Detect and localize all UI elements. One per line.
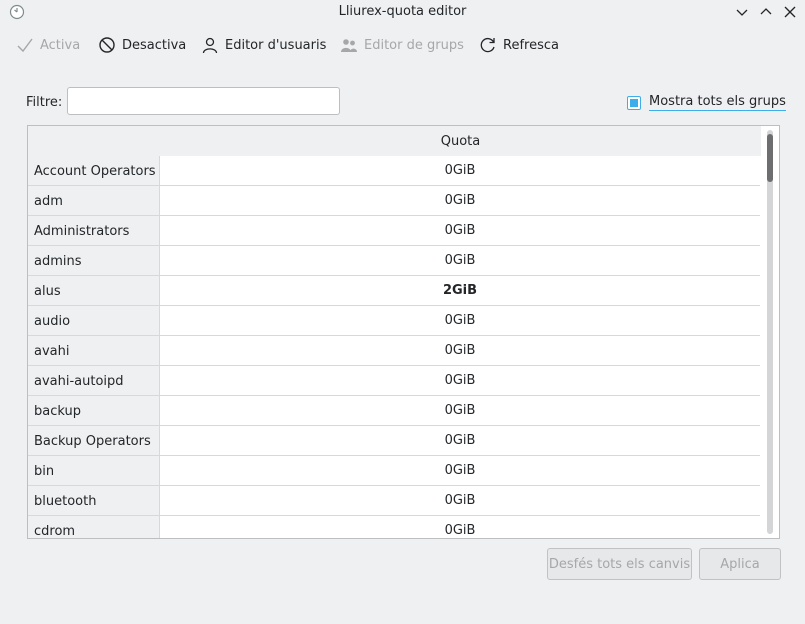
group-name-cell: backup — [28, 396, 159, 426]
scrollbar-track[interactable] — [767, 130, 773, 534]
quota-cell[interactable]: 0GiB — [159, 336, 760, 366]
user-editor-label: Editor d'usuaris — [225, 37, 327, 53]
filter-label: Filtre: — [26, 95, 63, 110]
group-editor-button[interactable]: Editor de grups — [340, 30, 464, 60]
quota-cell[interactable]: 0GiB — [159, 216, 760, 246]
quota-cell[interactable]: 0GiB — [159, 396, 760, 426]
block-icon — [99, 37, 115, 53]
table-row[interactable]: Account Operators 0GiB — [28, 156, 761, 186]
refresh-button[interactable]: Refresca — [479, 30, 559, 60]
group-name-cell: Account Operators — [28, 156, 159, 186]
close-icon[interactable] — [782, 4, 798, 20]
window-title: Lliurex-quota editor — [338, 4, 467, 19]
quota-cell[interactable]: 0GiB — [159, 186, 760, 216]
table-row[interactable]: backup 0GiB — [28, 396, 761, 426]
group-name-cell: audio — [28, 306, 159, 336]
show-all-groups-checkbox[interactable] — [627, 95, 641, 110]
quota-cell[interactable]: 0GiB — [159, 246, 760, 276]
user-editor-button[interactable]: Editor d'usuaris — [201, 30, 326, 60]
table-row[interactable]: cdrom 0GiB — [28, 516, 761, 538]
table-row[interactable]: avahi-autoipd 0GiB — [28, 366, 761, 396]
quota-cell[interactable]: 2GiB — [159, 276, 760, 306]
group-name-cell: avahi-autoipd — [28, 366, 159, 396]
group-name-cell: bluetooth — [28, 486, 159, 516]
apply-button[interactable]: Aplica — [699, 548, 781, 580]
group-editor-label: Editor de grups — [364, 37, 464, 53]
quota-cell[interactable]: 0GiB — [159, 156, 760, 186]
group-name-cell: alus — [28, 276, 159, 306]
activate-button[interactable]: Activa — [16, 30, 80, 60]
show-all-groups-label: Mostra tots els grups — [649, 94, 786, 111]
vertical-scrollbar[interactable] — [764, 130, 776, 534]
table-row[interactable]: admins 0GiB — [28, 246, 761, 276]
table-body: Account Operators 0GiB adm 0GiB Administra… — [28, 156, 761, 538]
table-row[interactable]: Backup Operators 0GiB — [28, 426, 761, 456]
group-name-cell: avahi — [28, 336, 159, 366]
deactivate-button[interactable]: Desactiva — [98, 30, 186, 60]
table-row[interactable]: avahi 0GiB — [28, 336, 761, 366]
filter-input[interactable] — [67, 87, 340, 115]
show-all-groups-toggle[interactable]: Mostra tots els grups — [627, 94, 786, 111]
quota-cell[interactable]: 0GiB — [159, 456, 760, 486]
table-row[interactable]: adm 0GiB — [28, 186, 761, 216]
title-bar: Lliurex-quota editor — [0, 0, 805, 24]
group-name-cell: Backup Operators — [28, 426, 159, 456]
group-name-cell: Administrators — [28, 216, 159, 246]
activate-label: Activa — [40, 37, 81, 53]
table-row[interactable]: Administrators 0GiB — [28, 216, 761, 246]
maximize-icon[interactable] — [758, 4, 774, 20]
table-row[interactable]: alus 2GiB — [28, 276, 761, 306]
group-icon — [341, 39, 357, 52]
checkmark-icon — [17, 38, 33, 53]
quota-cell[interactable]: 0GiB — [159, 426, 760, 456]
refresh-icon — [480, 37, 495, 53]
minimize-icon[interactable] — [734, 4, 750, 20]
scrollbar-thumb[interactable] — [767, 134, 773, 182]
quota-column-header[interactable]: Quota — [160, 134, 761, 149]
quota-cell[interactable]: 0GiB — [159, 306, 760, 336]
refresh-label: Refresca — [503, 37, 559, 53]
group-name-cell: adm — [28, 186, 159, 216]
table-row[interactable]: bluetooth 0GiB — [28, 486, 761, 516]
undo-all-button[interactable]: Desfés tots els canvis — [547, 548, 692, 580]
table-row[interactable]: audio 0GiB — [28, 306, 761, 336]
group-name-cell: cdrom — [28, 516, 159, 538]
toolbar: Activa Desactiva Editor d'usuaris Editor… — [0, 30, 805, 60]
quota-cell[interactable]: 0GiB — [159, 366, 760, 396]
table-header: Quota — [28, 126, 761, 156]
group-name-cell: admins — [28, 246, 159, 276]
quota-cell[interactable]: 0GiB — [159, 516, 760, 538]
user-icon — [202, 37, 218, 54]
checkbox-checked-mark — [630, 98, 638, 107]
quota-cell[interactable]: 0GiB — [159, 486, 760, 516]
quota-table: Quota Account Operators 0GiB adm 0GiB Admi… — [27, 125, 780, 539]
deactivate-label: Desactiva — [122, 37, 187, 53]
group-name-cell: bin — [28, 456, 159, 486]
table-row[interactable]: bin 0GiB — [28, 456, 761, 486]
